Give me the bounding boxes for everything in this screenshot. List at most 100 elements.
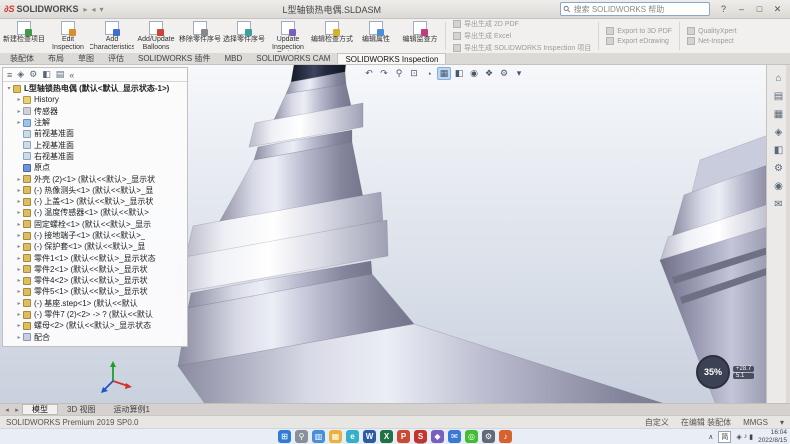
- tree-expander[interactable]: ▸: [15, 277, 23, 284]
- tree-item[interactable]: ▸ History: [3, 94, 187, 105]
- tree-item[interactable]: ▾ L型轴锁热电偶 (默认<默认_显示状态-1>): [3, 83, 187, 94]
- tree-expander[interactable]: ▸: [15, 243, 23, 250]
- view-toolbar-icon[interactable]: ▦: [437, 67, 451, 80]
- ribbon-tab[interactable]: MBD: [217, 53, 249, 64]
- minimize-button[interactable]: –: [733, 2, 750, 17]
- clock[interactable]: 16:04 2022/8/15: [758, 429, 787, 444]
- tree-item[interactable]: ▸ 传感器: [3, 106, 187, 117]
- graphics-area[interactable]: ≡ ◈ ⚙ ◧ ▤ « ▾ L型轴锁热电偶 (默认<默认_显示状态-1>) ▸: [0, 65, 790, 403]
- taskbar-icon[interactable]: ◆: [431, 430, 444, 443]
- close-button[interactable]: ✕: [769, 2, 786, 17]
- tree-item[interactable]: ▸ 固定螺栓<1> (默认<<默认>_显示: [3, 219, 187, 230]
- taskbar-icon[interactable]: S: [414, 430, 427, 443]
- tray-chevron-icon[interactable]: ∧: [708, 433, 713, 441]
- taskbar-icon[interactable]: ⚲: [295, 430, 308, 443]
- tree-expander[interactable]: ▸: [15, 198, 23, 205]
- quick-access-icon[interactable]: ▸: [83, 5, 87, 14]
- tree-item[interactable]: ▸ 零件2<1> (默认<<默认>_显示状: [3, 264, 187, 275]
- ribbon-tab[interactable]: 布局: [41, 53, 71, 64]
- tree-expander[interactable]: ▸: [15, 187, 23, 194]
- taskbar-icon[interactable]: ◎: [465, 430, 478, 443]
- view-toolbar-icon[interactable]: ◧: [452, 67, 466, 80]
- task-pane-icon[interactable]: ◧: [774, 145, 783, 156]
- tree-expander[interactable]: ▸: [15, 311, 23, 318]
- maximize-button[interactable]: □: [751, 2, 768, 17]
- task-pane-icon[interactable]: ▦: [774, 109, 783, 120]
- tree-item[interactable]: ▸ 螺母<2> (默认<<默认>_显示状态: [3, 320, 187, 331]
- view-toolbar-icon[interactable]: ⊡: [407, 67, 421, 80]
- ime-indicator[interactable]: 简: [718, 431, 731, 443]
- view-toolbar-icon[interactable]: ◔: [422, 67, 436, 80]
- taskbar-icon[interactable]: P: [397, 430, 410, 443]
- taskbar-icon[interactable]: X: [380, 430, 393, 443]
- tree-expander[interactable]: ▸: [15, 255, 23, 262]
- ribbon-button[interactable]: 选择零件序号: [222, 20, 266, 52]
- task-pane-icon[interactable]: ⌂: [775, 73, 781, 84]
- ribbon-button[interactable]: Add Characteristics: [90, 20, 134, 52]
- tree-item[interactable]: 上视基准面: [3, 139, 187, 150]
- ribbon-menu-item[interactable]: Net-Inspect: [687, 37, 737, 45]
- status-item[interactable]: MMGS: [743, 418, 768, 427]
- tree-expander[interactable]: ▸: [15, 300, 23, 307]
- view-toolbar-icon[interactable]: ⚲: [392, 67, 406, 80]
- feature-manager-tab-icon[interactable]: ▤: [56, 69, 65, 80]
- feature-manager-tab-icon[interactable]: ◧: [42, 69, 51, 80]
- ribbon-button[interactable]: 移除零件序号: [178, 20, 222, 52]
- ribbon-button[interactable]: Edit Inspection: [46, 20, 90, 52]
- tray-icon[interactable]: ▮: [749, 433, 753, 441]
- taskbar-icon[interactable]: e: [346, 430, 359, 443]
- taskbar-icon[interactable]: ✉: [448, 430, 461, 443]
- tray-icon[interactable]: ♪: [744, 433, 748, 441]
- tree-expander[interactable]: ▸: [15, 209, 23, 216]
- feature-manager-tab-icon[interactable]: ◈: [17, 69, 24, 80]
- view-toolbar-icon[interactable]: ❖: [482, 67, 496, 80]
- tree-item[interactable]: ▸ (-) 基座.step<1> (默认<<默认: [3, 298, 187, 309]
- ribbon-button[interactable]: 新建检查项目: [2, 20, 46, 52]
- tree-expander[interactable]: ▸: [15, 96, 23, 103]
- tree-expander[interactable]: ▸: [15, 176, 23, 183]
- tree-item[interactable]: ▸ (-) 上盖<1> (默认<<默认>_显示状: [3, 196, 187, 207]
- tree-item[interactable]: ▸ (-) 保护套<1> (默认<<默认>_显: [3, 241, 187, 252]
- view-toolbar-icon[interactable]: ↶: [362, 67, 376, 80]
- document-tab[interactable]: 模型: [22, 404, 58, 415]
- task-pane-icon[interactable]: ✉: [774, 199, 782, 210]
- ribbon-menu-item[interactable]: 导出生成 SOLIDWORKS Inspection 项目: [453, 43, 591, 53]
- tree-item[interactable]: ▸ 零件1<1> (默认<<默认>_显示状态: [3, 252, 187, 263]
- tray-icon[interactable]: ◈: [736, 433, 741, 441]
- ribbon-button[interactable]: Add/Update Balloons: [134, 20, 178, 52]
- feature-manager-tab-icon[interactable]: ≡: [7, 70, 12, 80]
- tree-expander[interactable]: ▸: [15, 232, 23, 239]
- status-item[interactable]: 自定义: [645, 417, 669, 428]
- tree-item[interactable]: ▸ (-) 热像测头<1> (默认<<默认>_显: [3, 185, 187, 196]
- tree-expander[interactable]: ▸: [15, 108, 23, 115]
- ribbon-menu-item[interactable]: 导出生成 2D PDF: [453, 19, 591, 29]
- ribbon-button[interactable]: Update Inspection Project: [266, 20, 310, 52]
- tree-item[interactable]: ▸ (-) 零件7 (2)<2> -> ? (默认<<默认: [3, 309, 187, 320]
- taskbar-icon[interactable]: W: [363, 430, 376, 443]
- task-pane-icon[interactable]: ◉: [774, 181, 783, 192]
- ribbon-tab[interactable]: SOLIDWORKS Inspection: [337, 53, 446, 64]
- tab-scroll-arrow[interactable]: ▸: [12, 404, 22, 415]
- ribbon-tab[interactable]: SOLIDWORKS CAM: [249, 53, 337, 64]
- status-item[interactable]: ▾: [780, 418, 784, 427]
- ribbon-tab[interactable]: 草图: [71, 53, 101, 64]
- tree-item[interactable]: 右视基准面: [3, 151, 187, 162]
- ribbon-menu-item[interactable]: 导出生成 Excel: [453, 31, 591, 41]
- task-pane-icon[interactable]: ◈: [775, 127, 783, 138]
- tree-item[interactable]: 前视基准面: [3, 128, 187, 139]
- feature-manager-tab-icon[interactable]: «: [69, 70, 74, 80]
- taskbar-icon[interactable]: ▥: [312, 430, 325, 443]
- tree-item[interactable]: ▸ 配合: [3, 332, 187, 343]
- tree-expander[interactable]: ▾: [5, 85, 13, 92]
- view-toolbar-icon[interactable]: ⚙: [497, 67, 511, 80]
- tree-expander[interactable]: ▸: [15, 221, 23, 228]
- tree-expander[interactable]: ▸: [15, 119, 23, 126]
- ribbon-menu-item[interactable]: QualityXpert: [687, 27, 737, 35]
- ribbon-tab[interactable]: SOLIDWORKS 插件: [131, 53, 217, 64]
- ribbon-menu-item[interactable]: Export to 3D PDF: [606, 27, 672, 35]
- tree-expander[interactable]: ▸: [15, 322, 23, 329]
- tree-expander[interactable]: ▸: [15, 266, 23, 273]
- feature-manager-tab-icon[interactable]: ⚙: [29, 69, 37, 80]
- tree-expander[interactable]: ▸: [15, 288, 23, 295]
- taskbar-icon[interactable]: ♪: [499, 430, 512, 443]
